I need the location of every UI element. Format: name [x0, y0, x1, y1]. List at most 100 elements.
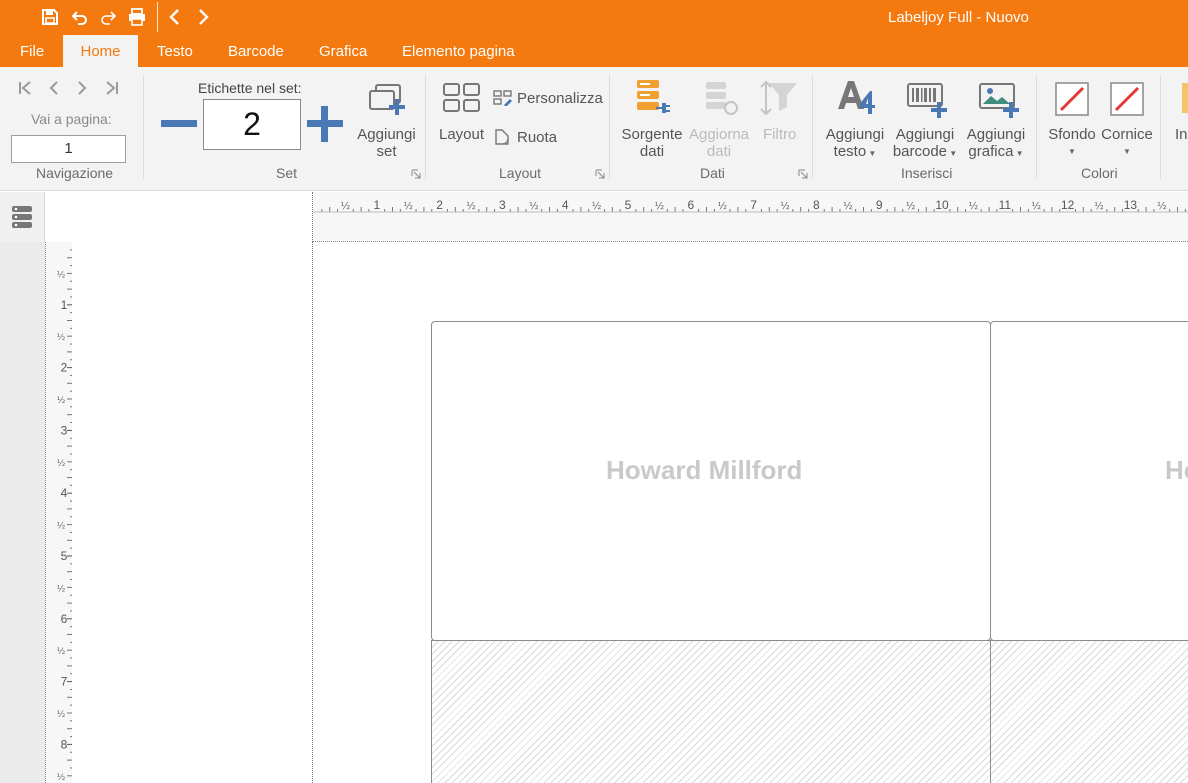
ruler-half-mark: ½	[906, 200, 916, 212]
add-barcode-icon[interactable]	[906, 82, 948, 121]
undo-icon[interactable]	[68, 6, 92, 28]
add-graphic-label-line2: grafica	[968, 143, 1014, 160]
add-set-label-line1: Aggiungi	[357, 126, 416, 143]
plus-icon[interactable]	[306, 105, 344, 146]
ruler-half-mark: ½	[1157, 200, 1167, 212]
ruler-half-mark: ½	[57, 773, 66, 783]
layout-button[interactable]: Layout	[439, 126, 484, 143]
ruler-half-mark: ½	[57, 647, 66, 657]
title-bar: Labeljoy Full - Nuovo	[0, 0, 1188, 35]
left-gutter	[0, 242, 45, 783]
data-source-label-line1: Sorgente	[621, 126, 683, 143]
label-card[interactable]: Howard Millford	[431, 321, 991, 641]
tab-testo[interactable]: Testo	[157, 35, 193, 67]
border-color-button[interactable]: Cornice ▼	[1101, 126, 1153, 160]
side-panel-toggle[interactable]	[0, 192, 45, 242]
ruler-corner	[45, 192, 313, 242]
add-set-button[interactable]: Aggiungi set	[356, 126, 417, 160]
background-color-swatch-icon[interactable]	[1055, 82, 1089, 119]
background-color-button[interactable]: Sfondo ▼	[1047, 126, 1097, 160]
rotate-button[interactable]: Ruota	[517, 129, 557, 146]
customize-icon[interactable]	[493, 90, 513, 109]
goto-page-input[interactable]: 1	[11, 135, 126, 163]
cut-off-ribbon-button[interactable]: In	[1175, 126, 1188, 143]
ruler-half-mark: ½	[592, 200, 602, 212]
tab-grafica[interactable]: Grafica	[319, 35, 367, 67]
data-dialog-launcher-icon[interactable]	[798, 169, 808, 179]
ruler-half-mark: ½	[57, 459, 66, 469]
border-color-swatch-icon[interactable]	[1110, 82, 1144, 119]
dropdown-caret-icon: ▼	[1123, 147, 1131, 156]
redo-icon[interactable]	[96, 6, 120, 28]
minus-icon[interactable]	[160, 117, 198, 134]
ruler-half-mark: ½	[57, 270, 66, 280]
data-source-icon[interactable]	[636, 79, 670, 120]
add-graphic-button[interactable]: Aggiungi grafica ▼	[964, 126, 1028, 162]
label-name-text[interactable]: Howard Millford	[606, 455, 802, 486]
print-icon[interactable]	[125, 6, 149, 28]
group-label-navigazione: Navigazione	[36, 165, 114, 181]
tab-barcode[interactable]: Barcode	[228, 35, 284, 67]
dropdown-caret-icon: ▼	[866, 149, 877, 158]
ruler-number: 7	[61, 675, 68, 689]
refresh-data-label-line2: dati	[706, 143, 732, 160]
layout-dialog-launcher-icon[interactable]	[595, 169, 605, 179]
last-page-icon[interactable]	[102, 79, 120, 100]
filter-button[interactable]: Filtro	[763, 126, 796, 143]
refresh-data-button[interactable]: Aggiorna dati	[688, 126, 750, 160]
data-source-label-line2: dati	[639, 143, 665, 160]
cut-off-ribbon-icon[interactable]	[1182, 83, 1188, 116]
ruler-half-mark: ½	[780, 200, 790, 212]
tab-file[interactable]: File	[20, 35, 44, 67]
goto-page-label: Vai a pagina:	[31, 111, 112, 127]
ruler-half-mark: ½	[403, 200, 413, 212]
add-text-button[interactable]: Aggiungi testo ▼	[824, 126, 886, 162]
ruler-number: 4	[61, 486, 68, 500]
set-dialog-launcher-icon[interactable]	[411, 169, 421, 179]
group-separator	[143, 75, 144, 179]
dropdown-caret-icon: ▼	[1013, 149, 1024, 158]
dropdown-caret-icon: ▼	[947, 149, 958, 158]
first-page-icon[interactable]	[17, 79, 35, 100]
vertical-ruler: ½ ½ 1 ½ 2 ½ 3 ½ 4 ½ 5 ½ 6 ½ 7 ½ 8	[45, 242, 73, 783]
label-card[interactable]: Ho	[990, 321, 1188, 641]
tab-home[interactable]: Home	[63, 35, 138, 67]
chevron-right-icon[interactable]	[191, 6, 215, 28]
vertical-ruler-ticks: ½ ½ 1 ½ 2 ½ 3 ½ 4 ½ 5 ½ 6 ½ 7 ½ 8	[57, 249, 73, 783]
add-barcode-button[interactable]: Aggiungi barcode ▼	[892, 126, 958, 162]
horizontal-ruler: ½ ½ 1 ½ 2 ½ 3 ½ 4 ½ 5 ½ 6 ½ 7 ½ 8 ½ 9 ½ 10 ½ 11 ½ 12 ½ 13	[313, 192, 1188, 242]
ruler-half-mark: ½	[57, 710, 66, 720]
add-set-icon[interactable]	[366, 81, 408, 120]
group-label-colori: Colori	[1081, 165, 1118, 181]
data-source-button[interactable]: Sorgente dati	[621, 126, 683, 160]
add-barcode-label-line1: Aggiungi	[895, 126, 955, 143]
ruler-half-mark: ½	[1031, 200, 1041, 212]
previous-page-icon[interactable]	[46, 79, 62, 100]
ruler-number: 2	[436, 198, 443, 212]
add-text-label-line2: testo	[833, 143, 867, 160]
layout-grid-icon[interactable]	[443, 83, 481, 116]
group-label-set: Set	[276, 165, 298, 181]
tab-elemento-pagina[interactable]: Elemento pagina	[402, 35, 515, 67]
label-canvas[interactable]: Howard Millford Ho	[314, 243, 1188, 783]
ruler-half-mark: ½	[57, 396, 66, 406]
ruler-number: 9	[876, 198, 883, 212]
label-name-text[interactable]: Ho	[1165, 455, 1188, 486]
refresh-data-label-line1: Aggiorna	[688, 126, 750, 143]
save-icon[interactable]	[38, 6, 62, 28]
labels-in-set-input[interactable]: 2	[203, 99, 301, 150]
rotate-icon[interactable]	[494, 128, 512, 149]
group-separator	[425, 75, 426, 179]
add-graphic-icon[interactable]	[978, 82, 1020, 121]
ruler-number: 1	[373, 198, 380, 212]
filter-icon	[759, 80, 799, 118]
ruler-number: 13	[1124, 198, 1138, 212]
ruler-number: 12	[1061, 198, 1075, 212]
background-color-label: Sfondo	[1048, 126, 1096, 143]
layers-icon	[12, 206, 32, 228]
group-label-inserisci: Inserisci	[901, 165, 953, 181]
add-text-icon[interactable]	[836, 79, 876, 120]
next-page-icon[interactable]	[74, 79, 90, 100]
customize-button[interactable]: Personalizza	[517, 90, 603, 107]
chevron-left-icon[interactable]	[163, 6, 187, 28]
